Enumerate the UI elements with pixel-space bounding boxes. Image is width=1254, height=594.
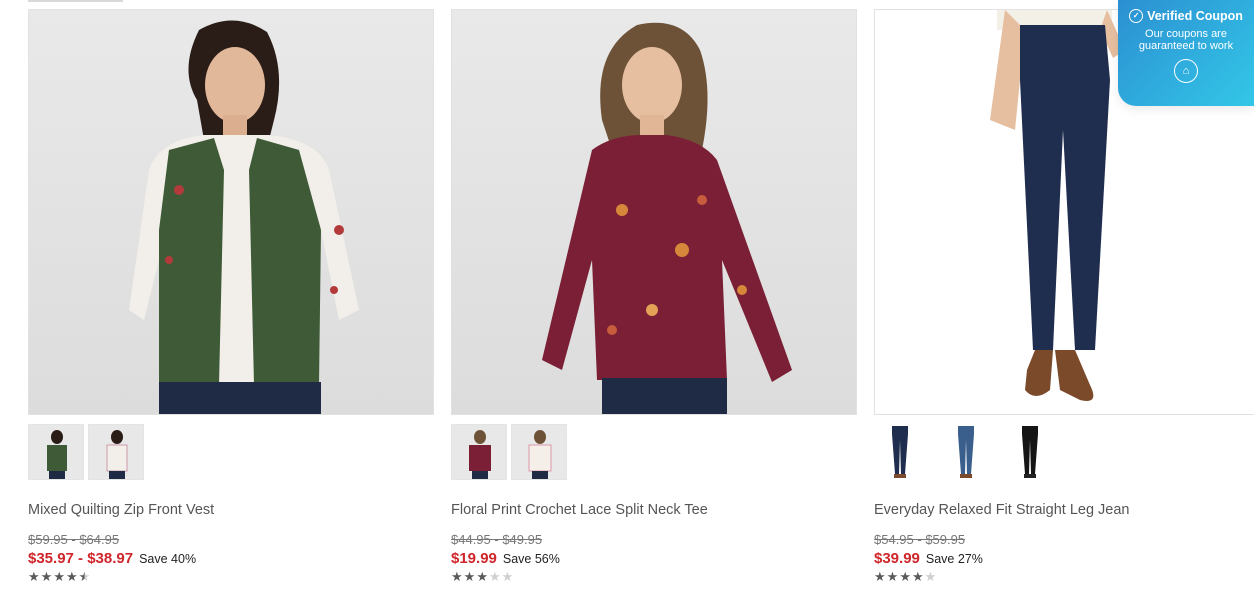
product-card[interactable]: Floral Print Crochet Lace Split Neck Tee… (451, 9, 857, 583)
product-card[interactable]: Mixed Quilting Zip Front Vest $59.95 - $… (28, 9, 434, 583)
star-icon: ★ (65, 569, 78, 584)
product-image[interactable] (28, 9, 434, 415)
check-icon: ✓ (1129, 9, 1144, 23)
price-line: $35.97 - $38.97 Save 40% (28, 550, 196, 568)
price-line: $19.99 Save 56% (451, 550, 560, 568)
star-icon: ★ (899, 569, 911, 584)
star-icon: ★ (911, 569, 924, 584)
star-rating: ★ ★ ★ ★ ★ (874, 570, 936, 583)
product-image[interactable] (451, 9, 857, 415)
coupon-title-row: ✓ Verified Coupon (1118, 9, 1254, 23)
star-icon: ★ (78, 569, 91, 584)
sale-price: $35.97 - $38.97 (28, 550, 134, 567)
verified-coupon-badge[interactable]: ✓ Verified Coupon Our coupons are guaran… (1118, 0, 1254, 106)
product-name[interactable]: Floral Print Crochet Lace Split Neck Tee (451, 502, 708, 518)
sale-price: $19.99 (451, 550, 497, 567)
original-price: $54.95 - $59.95 (874, 532, 966, 547)
coupon-line-1: Our coupons are (1145, 28, 1227, 40)
savings-label: Save 56% (502, 552, 560, 566)
star-icon: ★ (886, 569, 899, 584)
star-icon: ★ (451, 569, 463, 584)
sale-price: $39.99 (874, 550, 920, 567)
coupon-title: Verified Coupon (1147, 9, 1243, 23)
star-icon: ★ (924, 569, 937, 584)
model-photo-vest (129, 20, 359, 414)
star-rating: ★ ★ ★ ★ ★ (451, 570, 513, 583)
product-name[interactable]: Mixed Quilting Zip Front Vest (28, 502, 214, 518)
thumbnail-strip (874, 424, 1062, 480)
star-icon: ★ (28, 569, 40, 584)
model-photo-tee (542, 22, 792, 414)
thumbnail[interactable] (511, 424, 567, 480)
product-name[interactable]: Everyday Relaxed Fit Straight Leg Jean (874, 502, 1130, 518)
thumbnail[interactable] (1002, 424, 1058, 480)
thumbnail[interactable] (88, 424, 144, 480)
star-icon: ★ (476, 569, 488, 584)
thumbnail[interactable] (28, 424, 84, 480)
thumbnail[interactable] (451, 424, 507, 480)
original-price: $44.95 - $49.95 (451, 532, 543, 547)
thumbnail-strip (451, 424, 567, 480)
savings-label: Save 40% (139, 552, 197, 566)
original-price: $59.95 - $64.95 (28, 532, 120, 547)
price-line: $39.99 Save 27% (874, 550, 983, 568)
thumbnail[interactable] (938, 424, 994, 480)
thumbnail[interactable] (874, 424, 930, 480)
star-icon: ★ (874, 569, 886, 584)
star-rating: ★ ★ ★ ★ ★ (28, 570, 90, 583)
top-divider (28, 0, 123, 2)
star-icon: ★ (40, 569, 53, 584)
star-icon: ★ (501, 569, 514, 584)
coupon-line-2: guaranteed to work (1138, 40, 1234, 52)
savings-label: Save 27% (925, 552, 983, 566)
star-icon: ★ (488, 569, 501, 584)
home-icon[interactable]: ⌂ (1174, 59, 1198, 83)
star-icon: ★ (463, 569, 476, 584)
thumbnail-strip (28, 424, 144, 480)
star-icon: ★ (53, 569, 65, 584)
